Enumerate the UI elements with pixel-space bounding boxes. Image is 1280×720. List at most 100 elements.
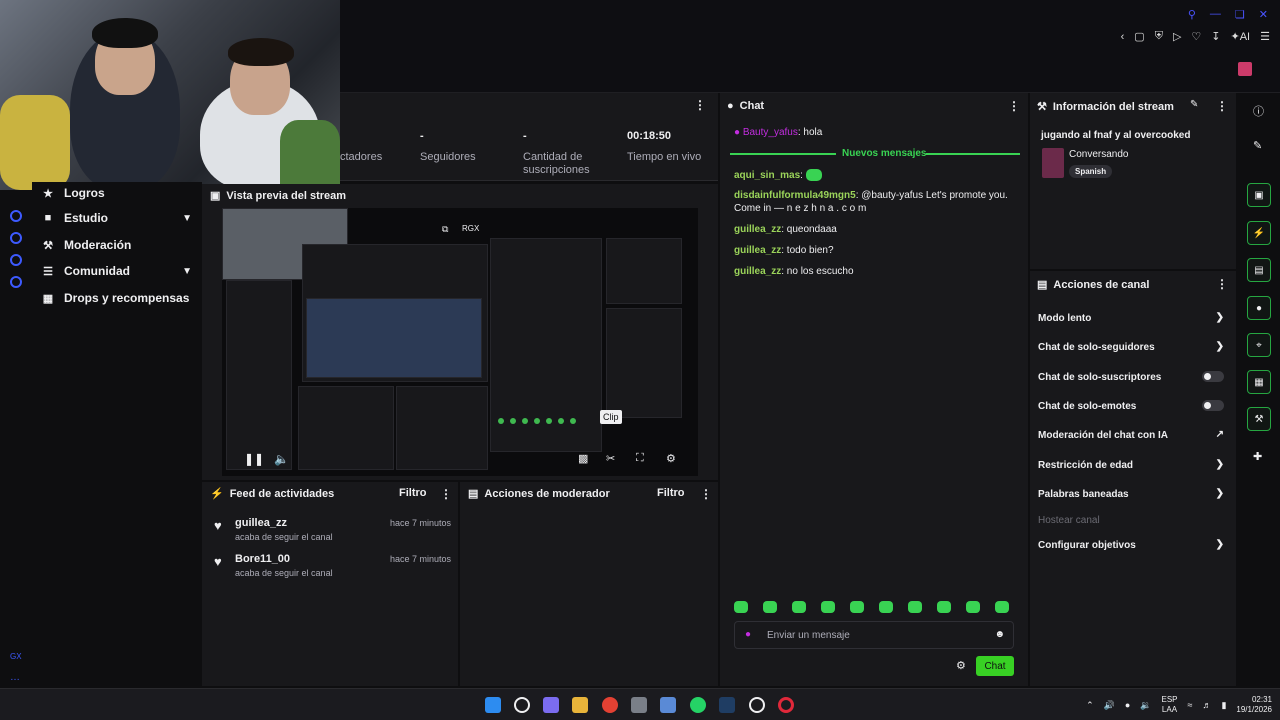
settings-icon[interactable] <box>631 697 647 713</box>
pin-icon[interactable]: ‹ <box>1121 31 1125 43</box>
sidebar-item-drops[interactable]: ▦ Drops y recompensas <box>42 291 192 305</box>
whatsapp-icon[interactable] <box>690 697 706 713</box>
chrome-icon[interactable] <box>602 697 618 713</box>
chat-user[interactable]: guillea_zz <box>734 266 781 277</box>
mic-icon[interactable]: ● <box>1125 700 1130 710</box>
settings-icon[interactable] <box>10 276 22 288</box>
chat-more-icon[interactable]: ⋮ <box>1008 99 1020 113</box>
store-icon[interactable] <box>660 697 676 713</box>
volume-icon[interactable]: 🔉 <box>1140 700 1151 711</box>
emote-icon[interactable] <box>734 601 748 613</box>
share-icon[interactable]: ✚ <box>1253 450 1262 463</box>
toggle-switch[interactable] <box>1202 400 1224 411</box>
search-icon[interactable]: ⚲ <box>1188 8 1196 21</box>
chat-user[interactable]: guillea_zz <box>734 224 781 235</box>
copy-quick-button[interactable]: ▤ <box>1247 258 1271 282</box>
action-ai-moderation[interactable]: Moderación del chat con IA ↗ <box>1038 429 1228 441</box>
sound-icon[interactable]: ♬ <box>1202 700 1211 710</box>
action-slow-mode[interactable]: Modo lento ❯ <box>1038 312 1228 324</box>
mute-icon[interactable]: 🔈 <box>274 452 289 466</box>
bolt-quick-button[interactable]: ⚡ <box>1247 221 1271 245</box>
filter-button[interactable]: Filtro <box>399 487 427 499</box>
play-icon[interactable]: ▷ <box>1173 30 1181 43</box>
emote-icon[interactable] <box>966 601 980 613</box>
chat-quick-button[interactable]: ● <box>1247 296 1271 320</box>
gear-icon[interactable]: ⚙ <box>666 452 676 465</box>
actions-quick-button[interactable]: ▦ <box>1247 370 1271 394</box>
action-banned-words[interactable]: Palabras baneadas ❯ <box>1038 488 1228 500</box>
info-more-icon[interactable]: ⋮ <box>1216 99 1228 113</box>
emote-icon[interactable] <box>937 601 951 613</box>
sidebar-item-comunidad[interactable]: ☰ Comunidad ▼ <box>42 264 192 278</box>
sidebar-item-logros[interactable]: ★ Logros <box>42 186 192 200</box>
more-icon[interactable]: … <box>10 672 20 683</box>
gx-icon[interactable]: GX <box>10 652 22 661</box>
sidebar-item-moderacion[interactable]: ⚒ Moderación <box>42 238 192 252</box>
filter-button[interactable]: Filtro <box>657 487 685 499</box>
clock-icon[interactable] <box>10 232 22 244</box>
battery-icon[interactable]: ▮ <box>1221 700 1226 711</box>
shield-icon[interactable]: ⛨ <box>1155 30 1163 43</box>
chat-user[interactable]: aqui_sin_mas <box>734 170 800 181</box>
chat-send-button[interactable]: Chat <box>976 656 1014 676</box>
emoji-icon[interactable]: ☻ <box>994 629 1005 640</box>
pip-icon[interactable]: ⧉ <box>442 224 448 235</box>
extension-icon[interactable] <box>1238 62 1252 76</box>
emote-icon[interactable] <box>850 601 864 613</box>
chevron-up-icon[interactable]: ⌃ <box>1086 700 1094 711</box>
sidebar-item-estudio[interactable]: ■ Estudio ▼ <box>42 211 192 225</box>
gear-icon[interactable]: ⚙ <box>956 659 966 672</box>
copilot-icon[interactable] <box>543 697 559 713</box>
stream-video[interactable]: RGX ⧉ Clip ❚❚ 🔈 ▩ ✂ ⛶ ⚙ <box>222 208 698 476</box>
theater-icon[interactable]: ▩ <box>578 452 588 465</box>
chat-input[interactable]: ● Enviar un mensaje ☻ <box>734 621 1014 649</box>
activity-more-icon[interactable]: ⋮ <box>440 487 452 501</box>
mod-more-icon[interactable]: ⋮ <box>700 487 712 501</box>
ai-icon[interactable]: ✦AI <box>1231 30 1251 43</box>
clock[interactable]: 02:31 19/1/2026 <box>1236 695 1272 715</box>
start-icon[interactable] <box>485 697 501 713</box>
bookmark-icon[interactable]: ▢ <box>1134 30 1144 43</box>
language-indicator[interactable]: ESP LAA <box>1161 695 1177 715</box>
discover-icon[interactable] <box>10 254 22 266</box>
menu-icon[interactable]: ☰ <box>1260 30 1270 43</box>
opera-gx-icon[interactable] <box>778 697 794 713</box>
activity-user[interactable]: guillea_zz <box>235 517 287 529</box>
stats-more-icon[interactable]: ⋮ <box>694 98 706 112</box>
action-goals[interactable]: Configurar objetivos ❯ <box>1038 539 1228 551</box>
edit-icon[interactable]: ✎ <box>1253 139 1262 152</box>
edit-icon[interactable]: ✎ <box>1190 99 1198 110</box>
clip-quick-button[interactable]: ▣ <box>1247 183 1271 207</box>
emote-icon[interactable] <box>995 601 1009 613</box>
emote-icon[interactable] <box>763 601 777 613</box>
toggle-switch[interactable] <box>1202 371 1224 382</box>
close-icon[interactable]: ✕ <box>1259 8 1268 21</box>
action-emotes-only[interactable]: Chat de solo-emotes <box>1038 400 1228 412</box>
raid-quick-button[interactable]: ⌖ <box>1247 333 1271 357</box>
speaker-icon[interactable]: 🔊 <box>1104 700 1115 711</box>
folder-icon[interactable] <box>572 697 588 713</box>
action-subs-only[interactable]: Chat de solo-suscriptores <box>1038 371 1228 383</box>
pause-icon[interactable]: ❚❚ <box>244 452 264 466</box>
info-icon[interactable]: ⓘ <box>1253 103 1264 119</box>
download-icon[interactable]: ↧ <box>1211 30 1220 43</box>
action-followers-only[interactable]: Chat de solo-seguidores ❯ <box>1038 341 1228 353</box>
steam-icon[interactable] <box>719 697 735 713</box>
emote-icon[interactable] <box>879 601 893 613</box>
category-boxart[interactable] <box>1042 148 1064 178</box>
category-name[interactable]: Conversando <box>1069 149 1128 160</box>
chat-user[interactable]: Bauty_yafus <box>743 127 798 138</box>
mod-quick-button[interactable]: ⚒ <box>1247 407 1271 431</box>
chat-user[interactable]: guillea_zz <box>734 245 781 256</box>
app-icon[interactable] <box>749 697 765 713</box>
activity-user[interactable]: Bore11_00 <box>235 553 290 565</box>
emote-icon[interactable] <box>792 601 806 613</box>
language-tag[interactable]: Spanish <box>1069 165 1113 178</box>
minimize-icon[interactable]: — <box>1210 8 1221 21</box>
home-icon[interactable] <box>10 210 22 222</box>
action-age-restriction[interactable]: Restricción de edad ❯ <box>1038 459 1228 471</box>
emote-icon[interactable] <box>821 601 835 613</box>
search-icon[interactable] <box>514 697 530 713</box>
heart-outline-icon[interactable]: ♡ <box>1191 30 1201 43</box>
fullscreen-icon[interactable]: ⛶ <box>636 452 644 465</box>
